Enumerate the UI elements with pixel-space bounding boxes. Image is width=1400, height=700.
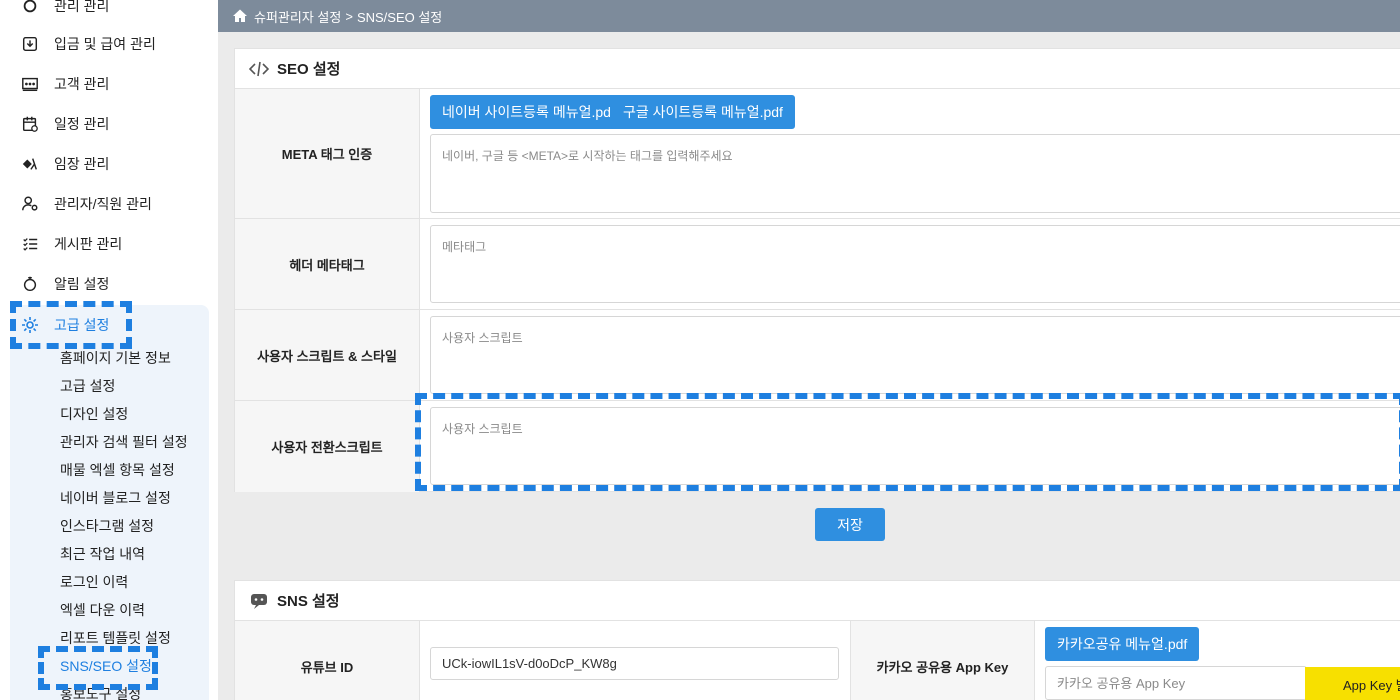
sub-item-instagram[interactable]: 인스타그램 설정 [60,512,154,540]
sidebar-item-deposit[interactable]: 입금 및 급여 관리 [0,24,218,64]
sidebar-item-staff[interactable]: 관리자/직원 관리 [0,184,218,224]
sub-item-homepage-info[interactable]: 홈페이지 기본 정보 [60,344,171,372]
sns-panel: SNS 설정 유튜브 ID 카카오 공유용 App Key 카카오공유 메뉴얼.… [234,580,1400,700]
google-manual-button[interactable]: 구글 사이트등록 메뉴얼.pdf [611,95,795,129]
sub-item-advanced[interactable]: 고급 설정 [60,372,115,400]
sidebar-item-label: 관리자/직원 관리 [54,196,152,212]
conversion-script-textarea[interactable] [430,407,1400,485]
breadcrumb-current: SNS/SEO 설정 [356,9,443,25]
sub-item-search-filter[interactable]: 관리자 검색 필터 설정 [60,428,188,456]
kakao-appkey-input[interactable] [1045,666,1307,700]
user-settings-icon [20,194,40,214]
field-visit-icon [20,154,40,174]
seo-panel: SEO 설정 META 태그 인증 네이버 사이트등록 메뉴얼.pdf 구글 사… [234,48,1400,492]
seo-row-conversion-script: 사용자 전환스크립트 [235,401,1400,492]
partial-icon [20,0,40,16]
sub-item-excel-fields[interactable]: 매물 엑셀 항목 설정 [60,456,175,484]
bell-icon [20,274,40,294]
sidebar-item-partial[interactable]: 관리 관리 [0,0,218,26]
youtube-id-input[interactable] [430,647,839,680]
sns-title: SNS 설정 [277,593,340,610]
sidebar-item-label: 고객 관리 [54,76,110,92]
sidebar-item-notifications[interactable]: 알림 설정 [0,264,218,304]
sns-panel-title: SNS 설정 [235,581,1400,621]
seo-panel-title: SEO 설정 [235,49,1400,89]
user-script-label: 사용자 스크립트 & 스타일 [235,310,420,400]
sidebar-item-field-visit[interactable]: 임장 관리 [0,144,218,184]
download-box-icon [20,34,40,54]
sidebar-item-label: 알림 설정 [54,276,110,292]
sidebar-item-customers[interactable]: 고객 관리 [0,64,218,104]
meta-label: META 태그 인증 [235,89,420,218]
sub-item-login-history[interactable]: 로그인 이력 [60,568,128,596]
header-meta-label: 헤더 메타태그 [235,219,420,309]
seo-title: SEO 설정 [277,61,341,78]
sidebar-item-schedule[interactable]: 일정 관리 [0,104,218,144]
sidebar: 관리 관리 입금 및 급여 관리 고객 관리 일정 관리 임장 관리 관리자/직… [0,0,218,700]
seo-row-meta: META 태그 인증 네이버 사이트등록 메뉴얼.pdf 구글 사이트등록 메뉴… [235,89,1400,219]
customers-icon [20,74,40,94]
gear-icon [20,315,40,335]
list-icon [20,234,40,254]
header-meta-textarea[interactable] [430,225,1400,303]
meta-textarea[interactable] [430,134,1400,213]
conversion-script-label: 사용자 전환스크립트 [235,401,420,492]
kakao-appkey-issue-button[interactable]: App Key 발급 [1305,667,1400,700]
kakao-manual-button[interactable]: 카카오공유 메뉴얼.pdf [1045,627,1200,661]
home-icon[interactable] [232,8,248,24]
sidebar-item-board[interactable]: 게시판 관리 [0,224,218,264]
code-icon [249,60,269,78]
sidebar-item-label: 게시판 관리 [54,236,123,252]
sidebar-item-advanced-settings[interactable]: 고급 설정 [20,305,109,345]
sub-item-design[interactable]: 디자인 설정 [60,400,128,428]
calendar-icon [20,114,40,134]
breadcrumb: 슈퍼관리자 설정 > SNS/SEO 설정 [218,0,1400,32]
youtube-label: 유튜브 ID [235,621,420,700]
sidebar-item-label: 입금 및 급여 관리 [54,36,156,52]
sidebar-item-label: 관리 관리 [54,0,110,14]
kakao-label: 카카오 공유용 App Key [850,621,1035,700]
sidebar-item-label: 일정 관리 [54,116,110,132]
sub-item-naver-blog[interactable]: 네이버 블로그 설정 [60,484,171,512]
sub-item-report-template[interactable]: 리포트 템플릿 설정 [60,624,171,652]
seo-row-user-script: 사용자 스크립트 & 스타일 [235,310,1400,401]
sub-item-promo-tools[interactable]: 홍보도구 설정 [60,680,141,700]
breadcrumb-parent[interactable]: 슈퍼관리자 설정 [254,7,341,26]
save-button[interactable]: 저장 [815,508,885,541]
seo-row-header-meta: 헤더 메타태그 [235,219,1400,310]
breadcrumb-separator: > [345,8,353,24]
sidebar-item-label: 임장 관리 [54,156,110,172]
user-script-textarea[interactable] [430,316,1400,394]
sns-row: 유튜브 ID 카카오 공유용 App Key 카카오공유 메뉴얼.pdf [235,621,1400,700]
sub-item-sns-seo[interactable]: SNS/SEO 설정 [60,652,152,680]
sub-item-recent-work[interactable]: 최근 작업 내역 [60,540,145,568]
naver-manual-button[interactable]: 네이버 사이트등록 메뉴얼.pdf [430,95,627,129]
sub-item-excel-download-history[interactable]: 엑셀 다운 이력 [60,596,145,624]
chat-icon [249,592,269,610]
sidebar-item-label: 고급 설정 [54,317,110,333]
